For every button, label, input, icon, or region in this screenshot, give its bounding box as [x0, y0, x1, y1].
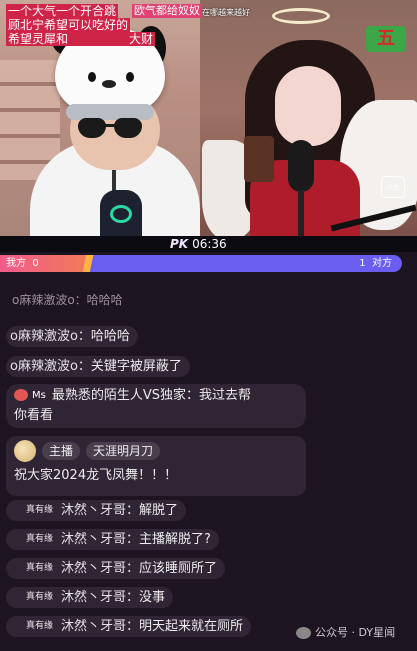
chat-text-cont: 你看看: [14, 408, 54, 423]
chat-text: 应该睡厕所了: [139, 561, 218, 576]
chat-user[interactable]: 沐然丶牙哥：: [61, 532, 139, 547]
hat-eye-icon: [88, 72, 96, 82]
halo-icon: [272, 8, 330, 24]
chat-text: 明天起来就在厕所: [139, 619, 244, 634]
pk-opp-score: 1: [359, 258, 366, 269]
pk-progress-bar[interactable]: 我方 0 1 对方: [0, 255, 402, 272]
banner-line: 顾北宁希望可以吃好的: [6, 18, 131, 32]
chat-user[interactable]: o麻辣激波o：: [10, 329, 91, 344]
chat-text: 关键字被屏蔽了: [90, 359, 182, 374]
chat-text: 最熟悉的陌生人VS独家：我过去帮: [51, 388, 251, 403]
banner-line: 一个大气一个开合跳: [6, 4, 119, 18]
chat-user[interactable]: 沐然丶牙哥：: [61, 561, 139, 576]
pk-my-score: 0: [32, 258, 39, 269]
fan-badge: 真有缘: [26, 621, 54, 631]
banner-wish: 欧气都给奴奴: [132, 4, 202, 18]
pk-time: 06:36: [192, 237, 227, 251]
chat-text: 没事: [139, 590, 166, 605]
pk-opp-side: 1 对方: [359, 255, 392, 272]
chat-message: 真有缘 沐然丶牙哥：解脱了: [6, 500, 187, 521]
hat-eye-icon: [126, 72, 134, 82]
microphone-right: [288, 140, 314, 192]
account-watermark: 公众号 · DY星闻: [296, 624, 395, 640]
chat-user[interactable]: 沐然丶牙哥：: [61, 590, 139, 605]
video-area[interactable]: 斗鱼 一个大气一个开合跳 顾北宁希望可以吃好的 希望灵犀和 大财 欧气都给奴奴 …: [0, 0, 417, 238]
chat-message-rich: Ms 最熟悉的陌生人VS独家：我过去帮 你看看: [6, 384, 306, 428]
chat-message: 真有缘 沐然丶牙哥：没事: [6, 587, 174, 608]
level-badge-icon: [14, 388, 28, 401]
member-badge: Ms: [32, 390, 46, 401]
chat-user[interactable]: o麻辣激波o：: [10, 359, 91, 374]
sunglasses: [78, 118, 144, 140]
chat-message-faded: o麻辣激波o：哈哈哈: [12, 293, 123, 307]
mic-arm: [298, 190, 304, 238]
pk-timer: PK 06:36: [170, 236, 227, 252]
wechat-icon: [296, 627, 311, 639]
partner-badge[interactable]: 五: [366, 26, 406, 52]
chat-user[interactable]: 沐然丶牙哥：: [61, 503, 139, 518]
fan-badge: 真有缘: [26, 534, 54, 544]
chat-message: 真有缘 沐然丶牙哥：主播解脱了?: [6, 529, 219, 550]
pk-my-label: 我方: [6, 258, 26, 269]
announcement-text: 祝大家2024龙飞凤舞！！！: [14, 468, 178, 483]
chat-user[interactable]: 沐然丶牙哥：: [61, 619, 139, 634]
opponent-face: [275, 66, 341, 146]
chat-message: o麻辣激波o：哈哈哈: [6, 326, 138, 347]
pk-opp-label: 对方: [372, 258, 392, 269]
role-badge: 主播: [42, 441, 81, 460]
fan-badge: 真有缘: [26, 563, 54, 573]
hat-nose-icon: [102, 80, 116, 88]
platform-watermark: 斗鱼: [381, 176, 405, 198]
chat-message: 真有缘 沐然丶牙哥：明天起来就在厕所: [6, 616, 252, 637]
chat-text: 主播解脱了?: [139, 532, 211, 547]
watermark-text: 公众号 · DY星闻: [315, 626, 396, 639]
pk-logo: PK: [170, 237, 189, 251]
chat-text: 解脱了: [139, 503, 179, 518]
chat-message: 真有缘 沐然丶牙哥：应该睡厕所了: [6, 558, 226, 579]
fan-badge: 真有缘: [26, 505, 54, 515]
anchor-nick[interactable]: 天涯明月刀: [86, 441, 161, 460]
chat-message: o麻辣激波o：关键字被屏蔽了: [6, 356, 190, 377]
chat-text: 哈哈哈: [90, 329, 130, 344]
announcement-card: 主播 天涯明月刀 祝大家2024龙飞凤舞！！！: [6, 436, 306, 496]
pk-my-side: 我方 0: [6, 255, 39, 272]
avatar[interactable]: [14, 440, 36, 462]
banner-line: 希望灵犀和 大财: [6, 32, 156, 46]
banner-small: 在哪越来越好: [202, 8, 250, 17]
fan-badge: 真有缘: [26, 592, 54, 602]
drink-cup: [244, 136, 274, 182]
mic-logo-icon: [110, 205, 132, 223]
